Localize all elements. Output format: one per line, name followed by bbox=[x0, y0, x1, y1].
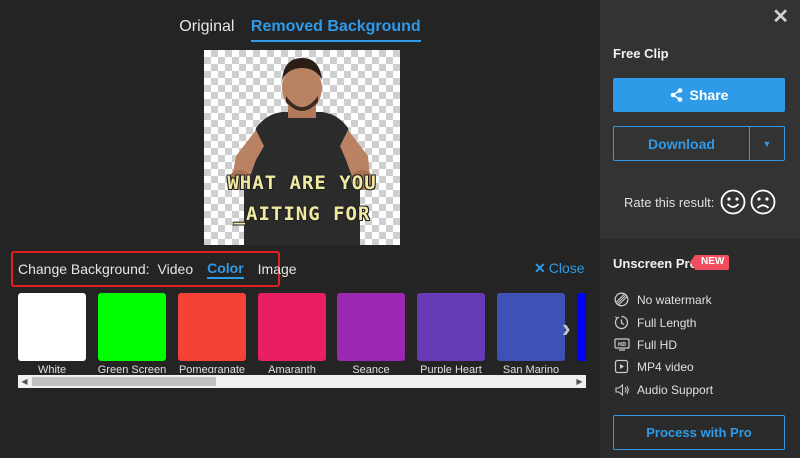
hd-icon: HD bbox=[613, 337, 630, 352]
full-length-icon bbox=[613, 315, 630, 330]
feature-mp4-video: MP4 video bbox=[613, 359, 694, 374]
swatch-chip bbox=[178, 293, 246, 361]
feature-label: Full HD bbox=[637, 337, 678, 352]
swatch-name: Seance bbox=[352, 364, 390, 373]
swatch-chip bbox=[98, 293, 166, 361]
swatch-chip bbox=[577, 293, 586, 361]
view-tabs: Original Removed Background bbox=[0, 18, 600, 42]
swatch-chip bbox=[18, 293, 86, 361]
feature-label: Full Length bbox=[637, 315, 697, 330]
sad-face-icon[interactable] bbox=[750, 189, 776, 215]
color-swatch-list: White Green Screen Pomegranate Amaranth … bbox=[18, 293, 586, 373]
audio-icon bbox=[613, 382, 630, 397]
swatch-white[interactable]: White bbox=[18, 293, 86, 373]
feature-label: No watermark bbox=[637, 292, 712, 307]
background-option-image[interactable]: Image bbox=[258, 261, 297, 277]
swatch-amaranth[interactable]: Amaranth bbox=[258, 293, 326, 373]
caption-line-2: _AITING FOR bbox=[233, 203, 371, 225]
swatch-chip bbox=[337, 293, 405, 361]
swatch-name: Amaranth bbox=[268, 364, 316, 373]
background-option-video[interactable]: Video bbox=[158, 261, 194, 277]
swatch-chip bbox=[417, 293, 485, 361]
mp4-video-icon bbox=[613, 359, 630, 374]
unscreen-pro-panel: Unscreen Pro NEW No watermark Full Lengt… bbox=[600, 239, 800, 458]
editor-panel: Original Removed Background WHAT ARE YOU… bbox=[0, 0, 600, 458]
free-clip-heading: Free Clip bbox=[613, 46, 669, 61]
rate-label: Rate this result: bbox=[624, 194, 715, 210]
swatch-green-screen[interactable]: Green Screen bbox=[98, 293, 166, 373]
feature-no-watermark: No watermark bbox=[613, 292, 712, 307]
share-button[interactable]: Share bbox=[613, 78, 785, 112]
close-background-button[interactable]: ✕ Close bbox=[534, 260, 585, 277]
swatch-name: Green Screen bbox=[97, 364, 167, 373]
scroll-right-arrow-icon[interactable]: ▶ bbox=[573, 375, 586, 388]
swatch-next-chevron-icon[interactable]: › bbox=[562, 313, 571, 344]
change-background-label: Change Background: bbox=[18, 261, 150, 277]
background-option-color[interactable]: Color bbox=[207, 260, 244, 279]
swatch-pomegranate[interactable]: Pomegranate bbox=[178, 293, 246, 373]
swatch-seance[interactable]: Seance bbox=[337, 293, 405, 373]
swatch-purple-heart[interactable]: Purple Heart bbox=[417, 293, 485, 373]
swatch-chip bbox=[497, 293, 565, 361]
feature-full-hd: HD Full HD bbox=[613, 337, 677, 352]
feature-full-length: Full Length bbox=[613, 315, 696, 330]
close-icon: ✕ bbox=[534, 260, 546, 276]
scroll-left-arrow-icon[interactable]: ◀ bbox=[18, 375, 31, 388]
feature-label: Audio Support bbox=[637, 382, 714, 397]
tab-original[interactable]: Original bbox=[179, 18, 234, 40]
sidebar: ✕ Free Clip Share Download ▼ Rate this r… bbox=[600, 0, 800, 458]
change-background-bar: Change Background: Video Color Image bbox=[11, 251, 297, 287]
swatch-blue[interactable]: B bbox=[577, 293, 586, 373]
tab-removed-background[interactable]: Removed Background bbox=[250, 18, 421, 42]
share-icon bbox=[670, 88, 682, 102]
close-label: Close bbox=[548, 260, 585, 276]
no-watermark-icon bbox=[613, 292, 630, 307]
swatch-san-marino[interactable]: San Marino bbox=[497, 293, 565, 373]
process-with-pro-button[interactable]: Process with Pro bbox=[613, 415, 785, 450]
swatch-name: B bbox=[569, 364, 586, 373]
feature-label: MP4 video bbox=[637, 359, 694, 374]
swatch-name: White bbox=[37, 364, 67, 373]
download-button-group: Download ▼ bbox=[613, 126, 785, 161]
caption-line-1: WHAT ARE YOU bbox=[227, 172, 377, 194]
download-options-caret-icon[interactable]: ▼ bbox=[749, 127, 784, 160]
swatch-scrollbar[interactable]: ◀ ▶ bbox=[18, 375, 586, 388]
feature-audio-support: Audio Support bbox=[613, 382, 713, 397]
swatch-name: Purple Heart bbox=[420, 364, 482, 373]
close-dialog-icon[interactable]: ✕ bbox=[772, 4, 789, 29]
smile-face-icon[interactable] bbox=[720, 189, 746, 215]
new-badge: NEW bbox=[689, 255, 730, 270]
scrollbar-thumb[interactable] bbox=[32, 377, 216, 386]
swatch-name: San Marino bbox=[502, 364, 560, 373]
result-preview: WHAT ARE YOU _AITING FOR bbox=[204, 50, 400, 245]
share-label: Share bbox=[689, 87, 729, 103]
swatch-name: Pomegranate bbox=[178, 364, 246, 373]
swatch-chip bbox=[258, 293, 326, 361]
svg-text:HD: HD bbox=[617, 342, 625, 348]
download-button[interactable]: Download bbox=[614, 127, 749, 160]
rating-row: Rate this result: bbox=[624, 189, 776, 215]
pro-title: Unscreen Pro bbox=[613, 256, 698, 271]
